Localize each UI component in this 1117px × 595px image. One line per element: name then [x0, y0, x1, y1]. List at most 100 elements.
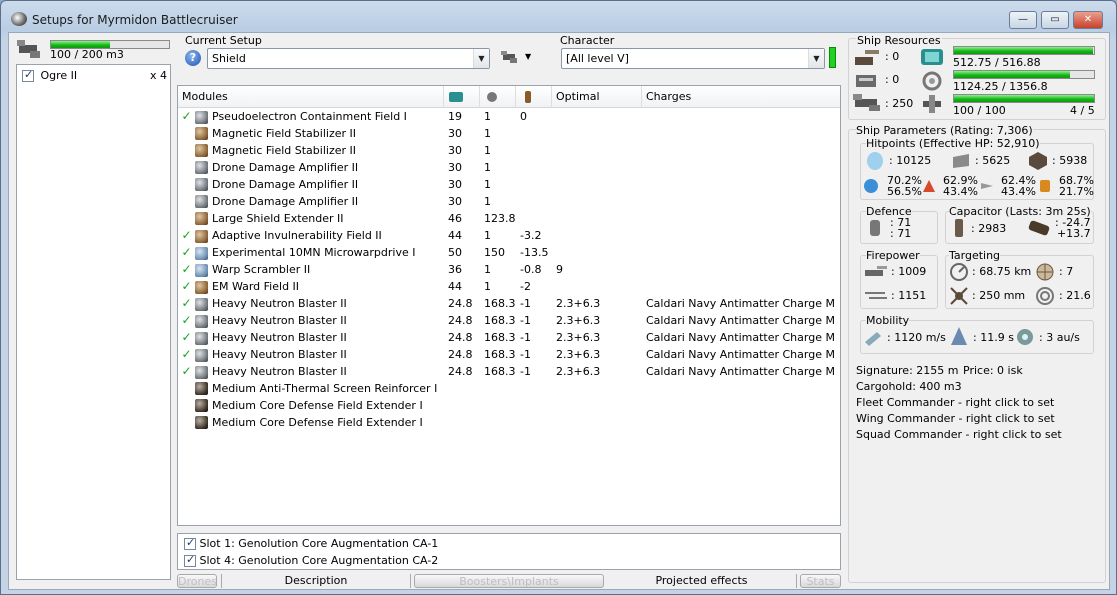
powergrid-bar — [953, 70, 1095, 79]
module-powergrid: 168.3 — [484, 365, 516, 378]
turret-hardpoint-icon — [855, 50, 879, 65]
client-area: 100 / 200 m3 Ogre II x 4 Current Setup ?… — [8, 32, 1110, 590]
module-row[interactable]: Drone Damage Amplifier II 30 1 — [178, 193, 838, 210]
module-row[interactable]: ✓ Heavy Neutron Blaster II 24.8 168.3 -1 2.3+… — [178, 295, 838, 312]
col-powergrid[interactable] — [480, 86, 516, 108]
module-optimal — [552, 278, 642, 295]
module-cpu: 19 — [448, 110, 462, 123]
close-button[interactable]: ✕ — [1073, 11, 1103, 29]
module-cpu: 24.8 — [448, 331, 473, 344]
module-optimal — [552, 193, 642, 210]
module-row[interactable]: ✓ Pseudoelectron Containment Field I 19 1 0 — [178, 108, 838, 125]
module-charge — [642, 193, 838, 210]
minimize-button[interactable]: — — [1009, 11, 1037, 29]
module-capacitor — [516, 125, 552, 142]
col-charges[interactable]: Charges — [642, 86, 840, 108]
tab-description[interactable]: Description — [221, 574, 411, 588]
tab-drones[interactable]: Drones — [177, 574, 217, 588]
kinetic-resist-icon — [981, 183, 993, 189]
col-optimal[interactable]: Optimal — [552, 86, 642, 108]
implants-list[interactable]: Slot 1: Genolution Core Augmentation CA-… — [177, 533, 841, 570]
module-icon — [195, 144, 208, 158]
maximize-button[interactable]: ▭ — [1041, 11, 1069, 29]
module-charge: Caldari Navy Antimatter Charge M — [646, 331, 835, 344]
drone-list[interactable]: Ogre II x 4 — [16, 64, 171, 580]
module-icon — [195, 348, 208, 362]
col-capacitor[interactable] — [516, 86, 552, 108]
module-icon — [195, 331, 208, 345]
module-row[interactable]: ✓ Warp Scrambler II 36 1 -0.8 9 — [178, 261, 838, 278]
module-row[interactable]: ✓ Heavy Neutron Blaster II 24.8 168.3 -1 2.3+… — [178, 312, 838, 329]
implant-item[interactable]: Slot 4: Genolution Core Augmentation CA-… — [184, 553, 438, 567]
drone-bay-capacity: : 250 — [885, 97, 914, 110]
module-capacitor: -2 — [520, 280, 531, 293]
drone-checkbox[interactable] — [22, 68, 34, 82]
module-capacitor: -1 — [520, 297, 531, 310]
module-capacitor: -3.2 — [520, 229, 542, 242]
capacitor-capacity: : 2983 — [971, 222, 1007, 235]
module-optimal — [552, 380, 642, 397]
turret-hardpoints: : 0 — [885, 50, 900, 63]
fleet-commander[interactable]: Fleet Commander - right click to set — [856, 396, 1054, 409]
module-charge — [642, 278, 838, 295]
module-row[interactable]: Medium Anti-Thermal Screen Reinforcer I — [178, 380, 838, 397]
implant-checkbox[interactable] — [184, 553, 196, 567]
module-row[interactable]: Drone Damage Amplifier II 30 1 — [178, 159, 838, 176]
col-cpu[interactable] — [444, 86, 480, 108]
cpu-icon — [449, 92, 463, 102]
module-charge — [642, 261, 838, 278]
module-row[interactable]: ✓ Heavy Neutron Blaster II 24.8 168.3 -1 2.3+… — [178, 346, 838, 363]
module-powergrid — [480, 380, 516, 397]
module-name: Heavy Neutron Blaster II — [212, 348, 347, 362]
module-optimal: 2.3+6.3 — [556, 331, 601, 344]
module-name: Experimental 10MN Microwarpdrive I — [212, 246, 416, 260]
tab-boosters-implants[interactable]: Boosters\Implants — [414, 574, 604, 588]
module-name: Adaptive Invulnerability Field II — [212, 229, 382, 243]
module-powergrid: 150 — [484, 246, 505, 259]
module-row[interactable]: Large Shield Extender II 46 123.8 — [178, 210, 838, 227]
tab-projected-effects[interactable]: Projected effects — [607, 574, 797, 588]
cpu-text: 512.75 / 516.88 — [953, 56, 1041, 69]
capacitor-delta: : -24.7 +13.7 — [1055, 216, 1091, 240]
module-optimal — [552, 125, 642, 142]
module-row[interactable]: ✓ Experimental 10MN Microwarpdrive I 50 150… — [178, 244, 838, 261]
squad-commander[interactable]: Squad Commander - right click to set — [856, 428, 1062, 441]
module-row[interactable]: Magnetic Field Stabilizer II 30 1 — [178, 142, 838, 159]
module-capacitor — [516, 210, 552, 227]
module-powergrid: 168.3 — [484, 297, 516, 310]
module-row[interactable]: Medium Core Defense Field Extender I — [178, 414, 838, 431]
module-row[interactable]: ✓ Heavy Neutron Blaster II 24.8 168.3 -1 2.3+… — [178, 329, 838, 346]
module-optimal: 2.3+6.3 — [556, 348, 601, 361]
drone-item[interactable]: Ogre II x 4 — [22, 68, 167, 82]
thermal-resist-icon — [923, 180, 935, 192]
setup-menu-button[interactable]: ▼ — [499, 48, 539, 69]
module-row[interactable]: ✓ Adaptive Invulnerability Field II 44 1 -3.… — [178, 227, 838, 244]
implant-item[interactable]: Slot 1: Genolution Core Augmentation CA-… — [184, 536, 438, 550]
online-check-icon: ✓ — [181, 262, 192, 277]
implant-checkbox[interactable] — [184, 536, 196, 550]
modules-list[interactable]: Modules Optimal Charges ✓ Pseudoelectron … — [177, 85, 841, 526]
tab-stats[interactable]: Stats — [800, 574, 841, 588]
module-row[interactable]: Drone Damage Amplifier II 30 1 — [178, 176, 838, 193]
module-optimal — [552, 176, 642, 193]
module-row[interactable]: ✓ Heavy Neutron Blaster II 24.8 168.3 -1 2.3+… — [178, 363, 838, 380]
col-modules[interactable]: Modules — [178, 86, 444, 108]
module-icon — [195, 195, 208, 209]
warp-speed: : 3 au/s — [1039, 331, 1080, 344]
thermal-resist: 62.9% 43.4% — [943, 174, 978, 198]
setup-select[interactable]: Shield ▼ — [207, 48, 490, 69]
module-cpu — [444, 414, 480, 431]
module-icon — [195, 416, 208, 430]
module-cpu: 30 — [448, 161, 462, 174]
module-charge — [642, 125, 838, 142]
module-row[interactable]: ✓ EM Ward Field II 44 1 -2 — [178, 278, 838, 295]
character-select[interactable]: [All level V] ▼ — [561, 48, 825, 69]
module-row[interactable]: Magnetic Field Stabilizer II 30 1 — [178, 125, 838, 142]
module-row[interactable]: Medium Core Defense Field Extender I — [178, 397, 838, 414]
wing-commander[interactable]: Wing Commander - right click to set — [856, 412, 1055, 425]
modules-table: ✓ Pseudoelectron Containment Field I 19 1 0 M… — [178, 108, 838, 431]
module-cpu — [444, 397, 480, 414]
sensor-strength-icon — [1036, 287, 1054, 305]
help-icon[interactable]: ? — [185, 50, 201, 66]
module-name: Medium Core Defense Field Extender I — [212, 415, 423, 429]
